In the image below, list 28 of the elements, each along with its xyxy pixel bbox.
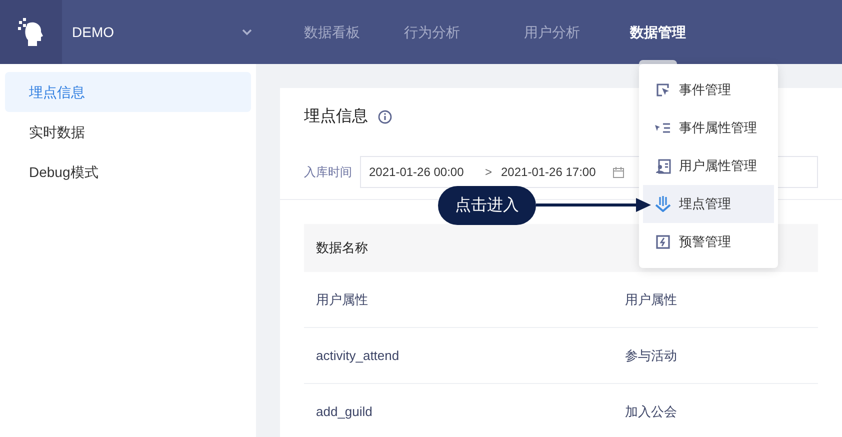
- filter-label: 入库时间: [304, 164, 353, 181]
- calendar-icon: [613, 166, 624, 178]
- chevron-down-icon[interactable]: [242, 28, 252, 36]
- sidebar-item[interactable]: 实时数据: [5, 112, 251, 152]
- download-icon: [655, 196, 671, 212]
- cursor-square-icon: [656, 83, 670, 97]
- info-icon[interactable]: [378, 110, 392, 124]
- start-date: 2021-01-26 00:00: [369, 164, 465, 181]
- lightning-icon: [656, 235, 670, 249]
- sidebar-item[interactable]: 埋点信息: [5, 72, 251, 112]
- table-cell-text: 用户属性: [625, 290, 677, 309]
- callout-label: 点击进入: [438, 186, 536, 225]
- nav-tab[interactable]: 数据管理: [608, 0, 708, 64]
- project-name: DEMO: [72, 22, 115, 42]
- list-icon: [655, 122, 671, 134]
- head-logo-icon: [18, 18, 44, 46]
- range-separator: >: [485, 164, 494, 181]
- table-cell-text: 用户属性: [316, 290, 369, 309]
- contact-card-icon: [656, 158, 670, 174]
- table-cell-text: activity_attend: [316, 346, 400, 365]
- table-cell-text: 参与活动: [625, 346, 677, 365]
- sidebar-item[interactable]: Debug模式: [5, 152, 251, 192]
- table-cell-text: add_guild: [316, 402, 374, 421]
- menu-item[interactable]: 埋点管理: [643, 185, 774, 223]
- table-cell-text: 加入公会: [625, 402, 677, 421]
- panel-title: 埋点信息: [304, 106, 368, 127]
- end-date: 2021-01-26 17:00: [501, 164, 597, 181]
- column-header: 数据名称: [316, 239, 368, 258]
